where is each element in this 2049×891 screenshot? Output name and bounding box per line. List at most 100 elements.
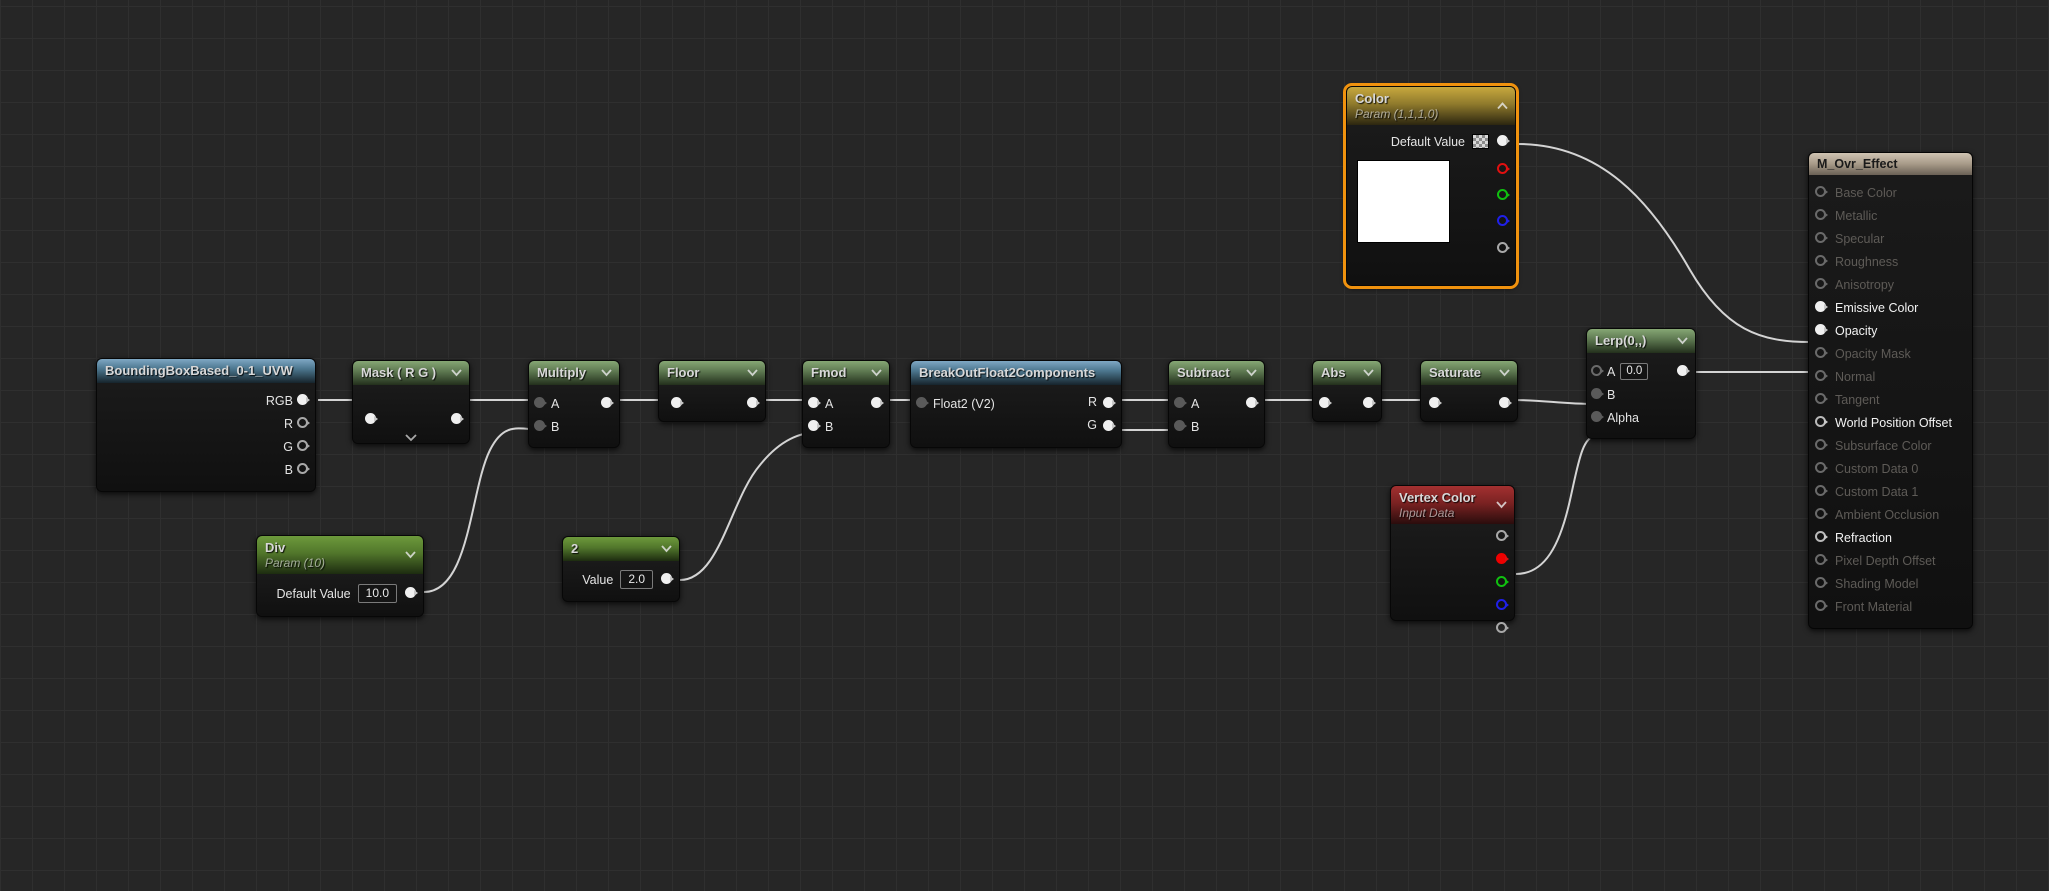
chevron-down-icon[interactable] (871, 369, 882, 377)
chevron-down-icon[interactable] (405, 551, 416, 559)
material-input-row[interactable]: Roughness (1809, 250, 1972, 273)
node-multiply[interactable]: Multiply A B (528, 360, 620, 448)
input-pin-a[interactable] (1174, 397, 1188, 409)
material-input-row[interactable]: Custom Data 1 (1809, 480, 1972, 503)
output-pin-rgba[interactable] (1496, 530, 1510, 542)
output-pin-subtract[interactable] (1246, 397, 1260, 409)
input-pin-a[interactable] (808, 397, 822, 409)
node-floor[interactable]: Floor (658, 360, 766, 422)
chevron-down-icon[interactable] (661, 545, 672, 553)
output-pin-const2[interactable] (661, 573, 675, 585)
input-pin-b[interactable] (1591, 388, 1605, 400)
material-input-pin[interactable] (1815, 301, 1829, 313)
output-pin-r[interactable] (1103, 397, 1117, 409)
output-pin-floor[interactable] (747, 397, 761, 409)
material-input-pin[interactable] (1815, 439, 1829, 451)
material-input-row[interactable]: Tangent (1809, 388, 1972, 411)
node-color-param[interactable]: Color Param (1,1,1,0) Default Value (1343, 83, 1519, 289)
output-pin-rgb[interactable] (297, 394, 311, 406)
input-row-b[interactable]: B (529, 415, 619, 438)
output-pin-mask[interactable] (451, 413, 465, 425)
output-pin-g[interactable] (297, 440, 311, 452)
input-row-float2[interactable]: Float2 (V2) R (911, 392, 1121, 415)
node-saturate[interactable]: Saturate (1420, 360, 1518, 422)
material-input-row[interactable]: Base Color (1809, 181, 1972, 204)
material-input-row[interactable]: Ambient Occlusion (1809, 503, 1972, 526)
input-pin-b[interactable] (808, 420, 822, 432)
input-row-a[interactable]: A (803, 392, 889, 415)
output-row-g[interactable]: G (97, 435, 315, 458)
material-input-pin[interactable] (1815, 255, 1829, 267)
node-div-param[interactable]: Div Param (10) Default Value 10.0 (256, 535, 424, 617)
material-input-row[interactable]: Shading Model (1809, 572, 1972, 595)
chevron-down-icon[interactable] (1499, 369, 1510, 377)
input-pin-mask[interactable] (365, 413, 379, 425)
material-input-pin[interactable] (1815, 393, 1829, 405)
div-value-field[interactable]: 10.0 (357, 584, 397, 603)
output-row-g[interactable]: G (911, 415, 1121, 438)
node-vertex-color[interactable]: Vertex Color Input Data (1390, 485, 1515, 633)
material-input-row[interactable]: Custom Data 0 (1809, 457, 1972, 480)
input-pin-a[interactable] (1591, 365, 1605, 377)
material-input-pin[interactable] (1815, 416, 1829, 428)
material-input-pin[interactable] (1815, 600, 1829, 612)
output-pin-div[interactable] (405, 587, 419, 599)
output-pin-g[interactable] (1103, 420, 1117, 432)
node-boundingbox-uvw[interactable]: BoundingBoxBased_0-1_UVW RGB R G B (96, 358, 316, 492)
output-pin-b[interactable] (297, 463, 311, 475)
material-input-pin[interactable] (1815, 531, 1829, 543)
material-input-row[interactable]: Pixel Depth Offset (1809, 549, 1972, 572)
input-pin-float2[interactable] (916, 397, 930, 409)
output-pin-saturate[interactable] (1499, 397, 1513, 409)
material-input-row[interactable]: Normal (1809, 365, 1972, 388)
output-row-rgb[interactable]: RGB (97, 389, 315, 412)
output-pin-b[interactable] (1497, 215, 1511, 227)
const2-value-field[interactable]: 2.0 (620, 570, 653, 589)
material-input-pin[interactable] (1815, 508, 1829, 520)
material-input-pin[interactable] (1815, 485, 1829, 497)
chevron-down-icon[interactable] (601, 369, 612, 377)
value-row[interactable]: Value 2.0 (563, 568, 679, 591)
material-input-pin[interactable] (1815, 462, 1829, 474)
output-pin-a[interactable] (1496, 622, 1510, 634)
node-mask[interactable]: Mask ( R G ) (352, 360, 470, 444)
material-input-pin[interactable] (1815, 370, 1829, 382)
material-input-pin[interactable] (1815, 209, 1829, 221)
output-pin-abs[interactable] (1363, 397, 1377, 409)
output-pin-g[interactable] (1496, 576, 1510, 588)
node-fmod[interactable]: Fmod A B (802, 360, 890, 448)
output-pin-default-value[interactable] (1497, 135, 1511, 147)
material-input-pin[interactable] (1815, 554, 1829, 566)
color-preview-swatch[interactable] (1357, 160, 1450, 243)
material-graph-canvas[interactable]: BoundingBoxBased_0-1_UVW RGB R G B Mask (0, 0, 2049, 891)
material-input-row[interactable]: Metallic (1809, 204, 1972, 227)
lerp-a-value-field[interactable]: 0.0 (1620, 363, 1649, 380)
output-pin-r[interactable] (1497, 163, 1511, 175)
material-input-row[interactable]: Front Material (1809, 595, 1972, 618)
output-pin-lerp[interactable] (1677, 365, 1691, 377)
output-pin-fmod[interactable] (871, 397, 885, 409)
material-input-pin[interactable] (1815, 577, 1829, 589)
node-constant-2[interactable]: 2 Value 2.0 (562, 536, 680, 602)
input-pin-abs[interactable] (1319, 397, 1333, 409)
input-pin-b[interactable] (534, 420, 548, 432)
input-row-b[interactable]: B (1587, 383, 1695, 406)
chevron-down-icon[interactable] (1363, 369, 1374, 377)
input-row-alpha[interactable]: Alpha (1587, 406, 1695, 429)
input-pin-alpha[interactable] (1591, 411, 1605, 423)
output-pin-a[interactable] (1497, 242, 1511, 254)
output-pin-r[interactable] (1496, 553, 1510, 565)
chevron-down-icon[interactable] (451, 369, 462, 377)
material-input-row[interactable]: Refraction (1809, 526, 1972, 549)
default-value-row[interactable]: Default Value (1347, 130, 1515, 153)
input-row-a[interactable]: A 0.0 (1587, 360, 1695, 383)
chevron-down-icon[interactable] (1496, 501, 1507, 509)
chevron-down-icon[interactable] (1677, 337, 1688, 345)
material-input-pin[interactable] (1815, 232, 1829, 244)
default-value-row[interactable]: Default Value 10.0 (257, 582, 423, 605)
chevron-up-icon[interactable] (1497, 102, 1508, 110)
material-input-row[interactable]: Specular (1809, 227, 1972, 250)
material-input-row[interactable]: World Position Offset (1809, 411, 1972, 434)
material-input-pin[interactable] (1815, 186, 1829, 198)
material-input-pin[interactable] (1815, 324, 1829, 336)
